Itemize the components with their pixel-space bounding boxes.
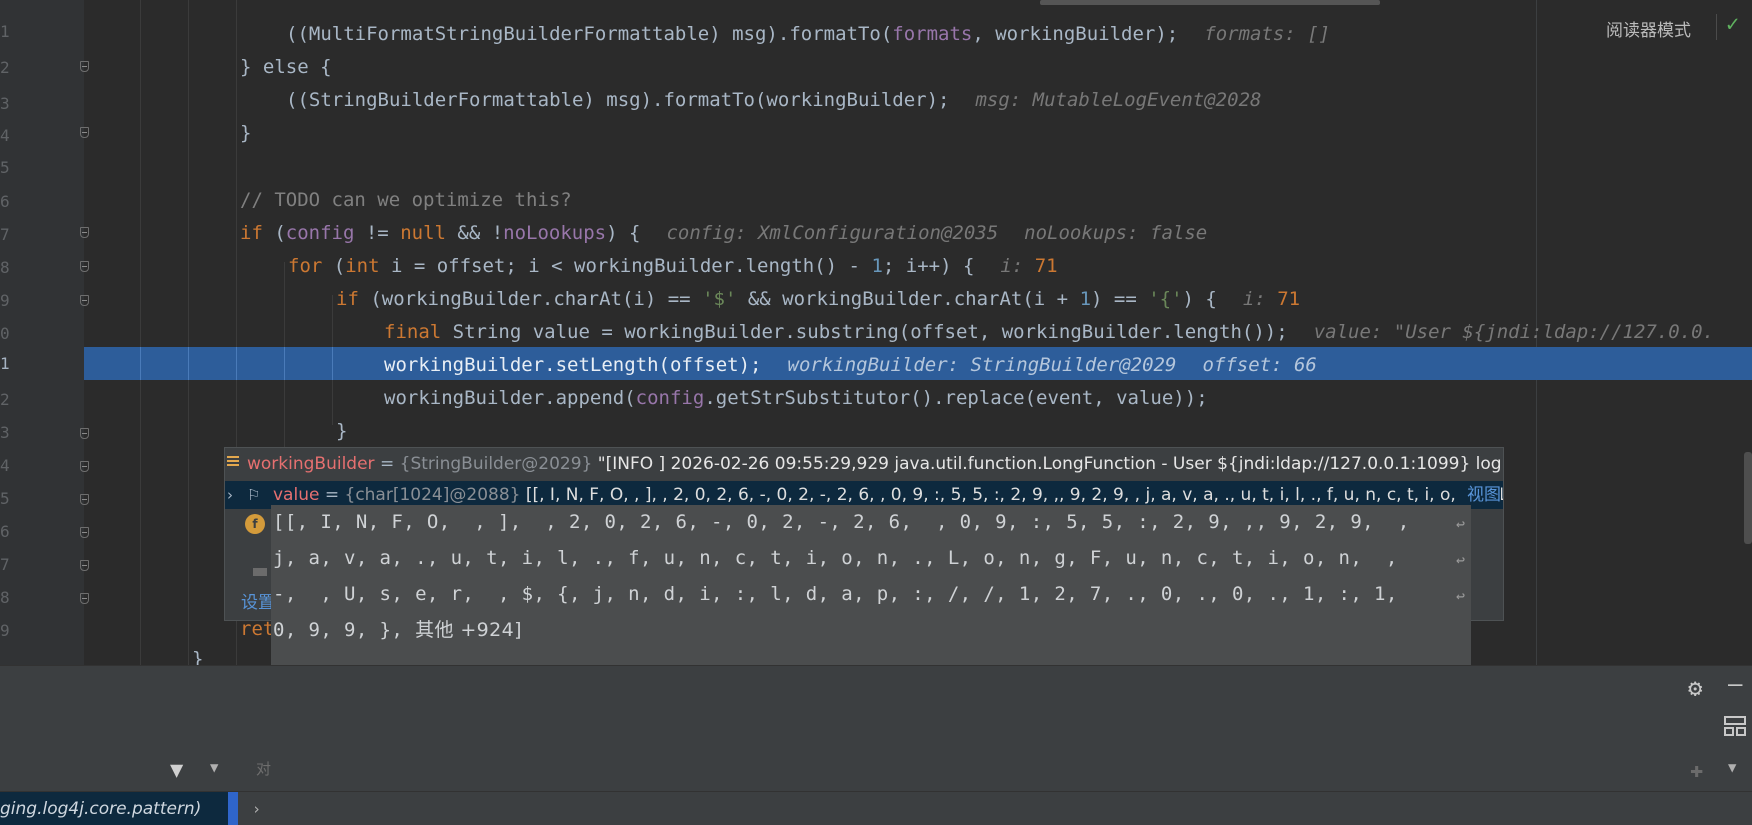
chevron-down-icon[interactable]: ▼ <box>1728 760 1736 776</box>
fold-marker-icon[interactable] <box>80 461 89 472</box>
line-number: 3 <box>0 423 10 442</box>
equals-sign: = <box>319 485 345 505</box>
fold-marker-icon[interactable] <box>80 560 89 571</box>
line-number: 6 <box>0 522 10 541</box>
settings-link[interactable]: 设置 <box>241 588 275 613</box>
line-number: 4 <box>0 126 10 145</box>
collapsed-row-marker <box>253 568 267 576</box>
indent-guide <box>188 0 189 665</box>
chevron-right-icon[interactable]: › <box>227 481 233 509</box>
variable-list-icon <box>227 456 239 470</box>
equals-sign: = <box>374 454 400 474</box>
gear-icon[interactable]: ⚙ <box>1688 674 1702 702</box>
ide-window: 1 2 3 4 5 6 7 8 9 0 2 3 4 5 6 7 8 9 1 ((… <box>0 0 1752 825</box>
fold-marker-icon[interactable] <box>80 227 89 238</box>
code-line[interactable]: if (config != null && !noLookups) {confi… <box>240 221 1207 245</box>
array-value-line: 0, 9, 9, }, 其他 +924] <box>273 619 522 641</box>
filter-icon[interactable]: ▼ <box>170 758 183 783</box>
check-icon: ✓ <box>1726 12 1740 37</box>
line-number: 9 <box>0 291 10 310</box>
field-name: value <box>273 485 320 505</box>
line-number: 2 <box>0 58 10 77</box>
line-number: 0 <box>0 324 10 343</box>
variable-name: workingBuilder <box>247 454 375 474</box>
fold-marker-icon[interactable] <box>80 127 89 138</box>
field-flag-icon: ⚐ <box>247 486 261 504</box>
code-line[interactable]: ((StringBuilderFormattable) msg).formatT… <box>286 88 1261 112</box>
fold-marker-icon[interactable] <box>80 593 89 604</box>
inline-value-hint: i: 71 <box>1000 255 1058 277</box>
divider <box>1716 14 1717 40</box>
code-line[interactable]: final String value = workingBuilder.subs… <box>384 320 1714 344</box>
code-line[interactable]: ((MultiFormatStringBuilderFormattable) m… <box>286 22 1330 46</box>
line-number: 6 <box>0 192 10 211</box>
inline-value-hint: config: XmlConfiguration@2035 <box>666 222 999 244</box>
line-number: 2 <box>0 390 10 409</box>
more-elements-count: 其他 +924] <box>415 619 522 641</box>
inline-value-hint: value: "User ${jndi:ldap://127.0.0. <box>1313 321 1715 343</box>
field-value-preview: [[, I, N, F, O, , ], , 2, 0, 2, 6, -, 0,… <box>520 485 1504 505</box>
inline-value-hint: i: 71 <box>1242 288 1301 310</box>
code-line[interactable]: } <box>336 419 347 443</box>
object-reference: {StringBuilder@2029} <box>399 454 593 474</box>
code-line[interactable]: } <box>240 121 251 145</box>
chevron-right-icon[interactable]: › <box>252 800 261 818</box>
line-number: 9 <box>0 621 10 640</box>
field-icon: f <box>245 514 265 534</box>
variable-value: "[INFO ] 2026-02-26 09:55:29,929 java.ut… <box>592 454 1504 474</box>
fold-marker-icon[interactable] <box>80 61 89 72</box>
line-number: 5 <box>0 158 10 177</box>
current-line-number: 1 <box>0 354 10 373</box>
line-number: 7 <box>0 555 10 574</box>
minimize-icon[interactable]: — <box>1728 670 1742 698</box>
array-value-line: [[, I, N, F, O, , ], , 2, 0, 2, 6, -, 0,… <box>273 511 1422 533</box>
soft-wrap-icon: ↩ <box>1455 551 1465 569</box>
debugger-panel: ⚙ — ▼ ▼ 对 ✚ ▼ ging.log4j.core.pattern) › <box>0 665 1752 825</box>
inline-value-hint: workingBuilder: StringBuilder@2029 <box>787 354 1177 376</box>
array-value-line: j, a, v, a, ., u, t, i, l, ., f, u, n, c… <box>273 547 1410 569</box>
variables-placeholder: 对 <box>256 760 272 778</box>
indent-guide <box>140 0 141 665</box>
line-number: 7 <box>0 225 10 244</box>
code-line[interactable]: } else { <box>240 55 332 79</box>
stack-frame-item[interactable]: ging.log4j.core.pattern) <box>0 792 228 825</box>
fold-marker-icon[interactable] <box>80 527 89 538</box>
fold-marker-icon[interactable] <box>80 295 89 306</box>
line-number: 8 <box>0 258 10 277</box>
code-line[interactable]: for (int i = offset; i < workingBuilder.… <box>288 254 1058 278</box>
frame-scrollbar[interactable] <box>228 792 238 825</box>
fold-marker-icon[interactable] <box>80 428 89 439</box>
array-value-line: -, , U, s, e, r, , $, {, j, n, d, i, :, … <box>273 583 1410 605</box>
inline-value-hint: formats: [] <box>1204 23 1331 45</box>
fold-marker-icon[interactable] <box>80 494 89 505</box>
soft-wrap-icon: ↩ <box>1455 515 1465 533</box>
inline-value-hint: msg: MutableLogEvent@2028 <box>975 89 1262 111</box>
line-gutter <box>0 0 84 665</box>
code-line[interactable]: } <box>192 647 203 665</box>
reader-mode-toggle[interactable]: 阅读器模式 <box>1606 16 1691 41</box>
vertical-scrollbar[interactable] <box>1744 452 1752 544</box>
line-number: 3 <box>0 94 10 113</box>
code-line-current[interactable]: workingBuilder.setLength(offset); working… <box>384 353 1317 377</box>
horizontal-scrollbar[interactable] <box>1040 0 1380 5</box>
chevron-down-icon[interactable]: ▼ <box>210 760 218 776</box>
code-comment[interactable]: // TODO can we optimize this? <box>240 188 572 212</box>
code-line[interactable]: workingBuilder.append(config.getStrSubst… <box>384 386 1208 410</box>
add-watch-icon[interactable]: ✚ <box>1690 758 1703 783</box>
line-number: 8 <box>0 588 10 607</box>
inline-value-hint: noLookups: false <box>1024 222 1208 244</box>
line-number: 1 <box>0 22 10 41</box>
divider <box>0 791 1752 792</box>
inline-value-hint: offset: 66 <box>1202 354 1317 376</box>
soft-wrap-icon: ↩ <box>1455 587 1465 605</box>
fold-marker-icon[interactable] <box>80 261 89 272</box>
field-reference: {char[1024]@2088} <box>344 485 521 505</box>
line-number: 5 <box>0 489 10 508</box>
layout-icon[interactable] <box>1724 716 1746 736</box>
tooltip-header[interactable]: workingBuilder = {StringBuilder@2029} "[… <box>225 448 1504 481</box>
code-line[interactable]: if (workingBuilder.charAt(i) == '$' && w… <box>336 287 1300 311</box>
line-number: 4 <box>0 456 10 475</box>
